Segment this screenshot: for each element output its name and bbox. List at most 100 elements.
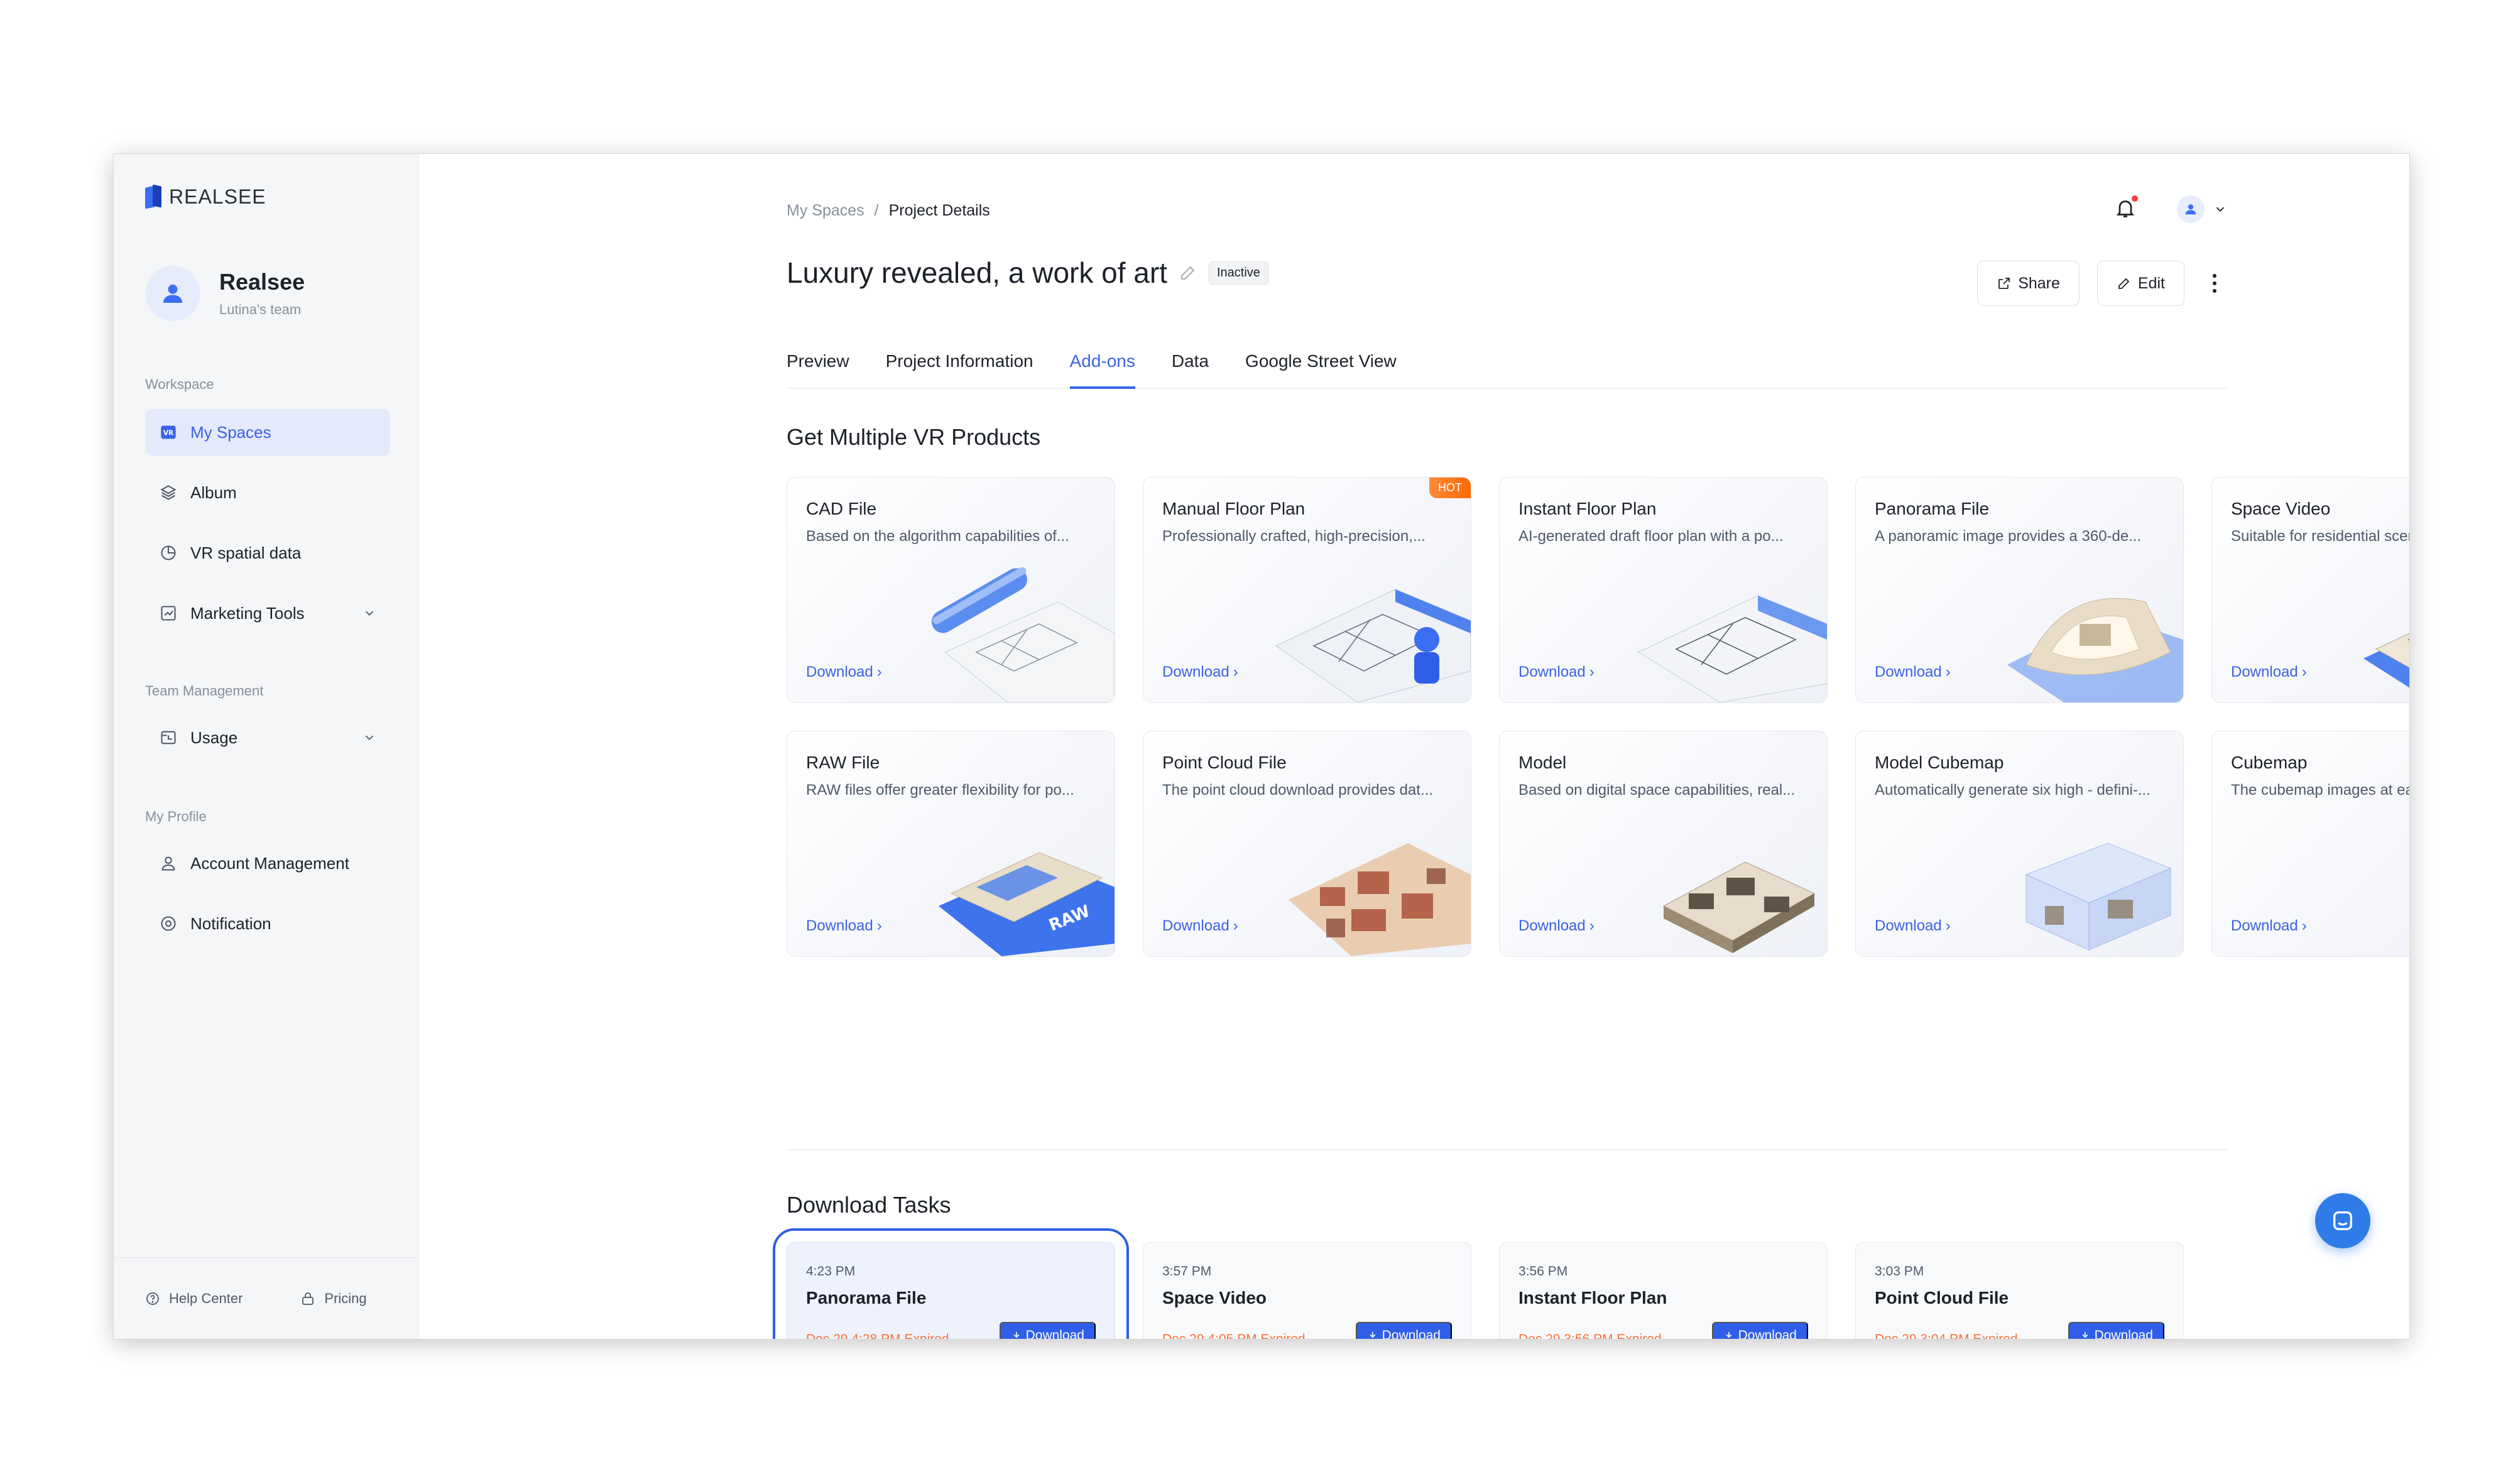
chart-icon xyxy=(159,604,178,623)
help-center-label: Help Center xyxy=(169,1290,243,1306)
task-card-point-cloud-file[interactable]: 3:03 PM Point Cloud File Dec 29 3:04 PM … xyxy=(1855,1242,2184,1339)
card-title: Manual Floor Plan xyxy=(1162,499,1306,518)
sidebar-item-account-management[interactable]: Account Management xyxy=(145,840,390,887)
download-link[interactable]: Download › xyxy=(1518,663,1594,681)
sidebar: REALSEE Realsee Lutina's team Workspace … xyxy=(114,154,419,1339)
header-actions: Share Edit xyxy=(1977,261,2227,306)
sidebar-item-label: VR spatial data xyxy=(190,543,302,562)
chevron-down-icon xyxy=(363,605,376,625)
card-description: RAW files offer greater flexibility for … xyxy=(806,782,1074,799)
product-card-raw-file[interactable]: RAW File RAW files offer greater flexibi… xyxy=(787,731,1115,957)
product-card-model-cubemap[interactable]: Model Cubemap Automatically generate six… xyxy=(1855,731,2184,957)
sidebar-item-notification[interactable]: Notification xyxy=(145,900,390,947)
sidebar-item-vr-spatial-data[interactable]: VR spatial data xyxy=(145,530,390,576)
tab-project-information[interactable]: Project Information xyxy=(886,345,1033,388)
logo-text: REALSEE xyxy=(169,185,266,208)
task-time: 3:03 PM xyxy=(1875,1264,1924,1279)
product-card-model[interactable]: Model Based on digital space capabilitie… xyxy=(1499,731,1828,957)
task-time: 4:23 PM xyxy=(806,1264,856,1279)
download-link[interactable]: Download › xyxy=(1518,917,1594,935)
task-card-panorama-file[interactable]: 4:23 PM Panorama File Dec 29 4:28 PM Exp… xyxy=(773,1228,1129,1339)
sidebar-item-album[interactable]: Album xyxy=(145,469,390,516)
task-download-button[interactable]: Download xyxy=(1355,1322,1452,1339)
product-card-point-cloud-file[interactable]: Point Cloud File The point cloud downloa… xyxy=(1143,731,1471,957)
chevron-right-icon: › xyxy=(1945,917,1951,934)
task-expiry: Dec 29 3:04 PM Expired xyxy=(1875,1332,2018,1339)
more-options-icon[interactable] xyxy=(2202,261,2227,306)
card-description: Based on digital space capabilities, rea… xyxy=(1518,782,1796,799)
product-card-instant-floor-plan[interactable]: Instant Floor Plan AI-generated draft fl… xyxy=(1499,477,1828,703)
product-card-cad-file[interactable]: CAD File Based on the algorithm capabili… xyxy=(787,477,1115,703)
chat-icon xyxy=(2333,1211,2352,1230)
breadcrumb: My Spaces / Project Details xyxy=(787,202,990,220)
download-link[interactable]: Download › xyxy=(1162,663,1238,681)
main-content: My Spaces / Project Details Luxury revea… xyxy=(419,154,2409,1339)
download-link-label: Download xyxy=(806,663,873,680)
edit-button[interactable]: Edit xyxy=(2096,261,2184,306)
manual-floor-plan-illustration xyxy=(1275,589,1471,702)
product-card-manual-floor-plan[interactable]: Manual Floor Plan Professionally crafted… xyxy=(1143,477,1471,703)
card-title: Model Cubemap xyxy=(1875,753,2004,772)
raw-file-illustration: RAW xyxy=(939,852,1115,956)
edit-title-icon[interactable] xyxy=(1179,263,1197,282)
card-description: Suitable for residential scenes. AI-base… xyxy=(2231,528,2409,545)
tab-preview[interactable]: Preview xyxy=(787,345,849,388)
page-title: Luxury revealed, a work of art xyxy=(787,256,1167,289)
task-download-label: Download xyxy=(1025,1328,1084,1339)
pie-icon xyxy=(159,543,178,562)
chevron-right-icon: › xyxy=(876,663,882,680)
chevron-right-icon: › xyxy=(1589,663,1594,680)
task-download-button[interactable]: Download xyxy=(999,1322,1096,1339)
breadcrumb-parent[interactable]: My Spaces xyxy=(787,202,864,220)
download-link[interactable]: Download › xyxy=(1162,917,1238,935)
logo[interactable]: REALSEE xyxy=(145,184,266,209)
product-card-panorama-file[interactable]: Panorama File A panoramic image provides… xyxy=(1855,477,2184,703)
download-link[interactable]: Download › xyxy=(806,663,882,681)
chevron-right-icon: › xyxy=(876,917,882,934)
product-card-cubemap[interactable]: Cubemap The cubemap images at each point… xyxy=(2211,731,2410,957)
pricing-link[interactable]: Pricing xyxy=(300,1290,367,1307)
task-card-space-video[interactable]: 3:57 PM Space Video Dec 29 4:05 PM Expir… xyxy=(1143,1242,1471,1339)
task-download-button[interactable]: Download xyxy=(2068,1322,2164,1339)
sidebar-item-label: Notification xyxy=(190,914,271,933)
chevron-right-icon: › xyxy=(2301,663,2307,680)
avatar xyxy=(2177,195,2205,223)
title-row: Luxury revealed, a work of art Inactive xyxy=(787,256,1268,290)
cubemap-illustration xyxy=(2326,799,2410,956)
download-icon xyxy=(1013,1332,1019,1338)
usage-icon xyxy=(159,728,178,747)
help-center-link[interactable]: Help Center xyxy=(145,1290,243,1307)
sidebar-item-my-spaces[interactable]: VR My Spaces xyxy=(145,409,390,456)
task-card-instant-floor-plan[interactable]: 3:56 PM Instant Floor Plan Dec 29 3:56 P… xyxy=(1499,1242,1828,1339)
hot-badge: HOT xyxy=(1429,477,1471,498)
sidebar-item-marketing-tools[interactable]: Marketing Tools xyxy=(145,590,390,636)
task-download-button[interactable]: Download xyxy=(1711,1322,1808,1339)
user-profile[interactable]: Realsee Lutina's team xyxy=(145,266,305,321)
card-title: Cubemap xyxy=(2231,753,2308,772)
product-card-space-video[interactable]: Space Video Suitable for residential sce… xyxy=(2211,477,2409,703)
model-cubemap-illustration xyxy=(2025,843,2172,951)
sidebar-item-usage[interactable]: Usage xyxy=(145,714,390,761)
tab-google-street-view[interactable]: Google Street View xyxy=(1245,345,1397,388)
download-link[interactable]: Download › xyxy=(1875,663,1951,681)
point-cloud-illustration xyxy=(1289,843,1471,956)
notification-bell-button[interactable] xyxy=(2114,195,2139,223)
share-button[interactable]: Share xyxy=(1977,261,2080,306)
tab-data[interactable]: Data xyxy=(1172,345,1209,388)
chat-support-button[interactable] xyxy=(2315,1193,2370,1248)
svg-text:VR: VR xyxy=(163,430,173,437)
tab-add-ons[interactable]: Add-ons xyxy=(1069,345,1136,389)
download-link[interactable]: Download › xyxy=(806,917,882,935)
download-tasks-list: 4:23 PM Panorama File Dec 29 4:28 PM Exp… xyxy=(773,1228,2184,1339)
app-window: REALSEE Realsee Lutina's team Workspace … xyxy=(113,153,2410,1339)
cad-file-illustration xyxy=(931,567,1115,702)
download-link[interactable]: Download › xyxy=(1875,917,1951,935)
chevron-right-icon: › xyxy=(1589,917,1594,934)
sidebar-item-label: Usage xyxy=(190,728,238,747)
user-menu-button[interactable] xyxy=(2177,195,2227,223)
card-description: Based on the algorithm capabilities of..… xyxy=(806,528,1069,545)
download-link[interactable]: Download › xyxy=(2231,917,2307,935)
card-title: Space Video xyxy=(2231,499,2331,518)
download-link[interactable]: Download › xyxy=(2231,663,2307,681)
section-label-team: Team Management xyxy=(145,683,264,699)
